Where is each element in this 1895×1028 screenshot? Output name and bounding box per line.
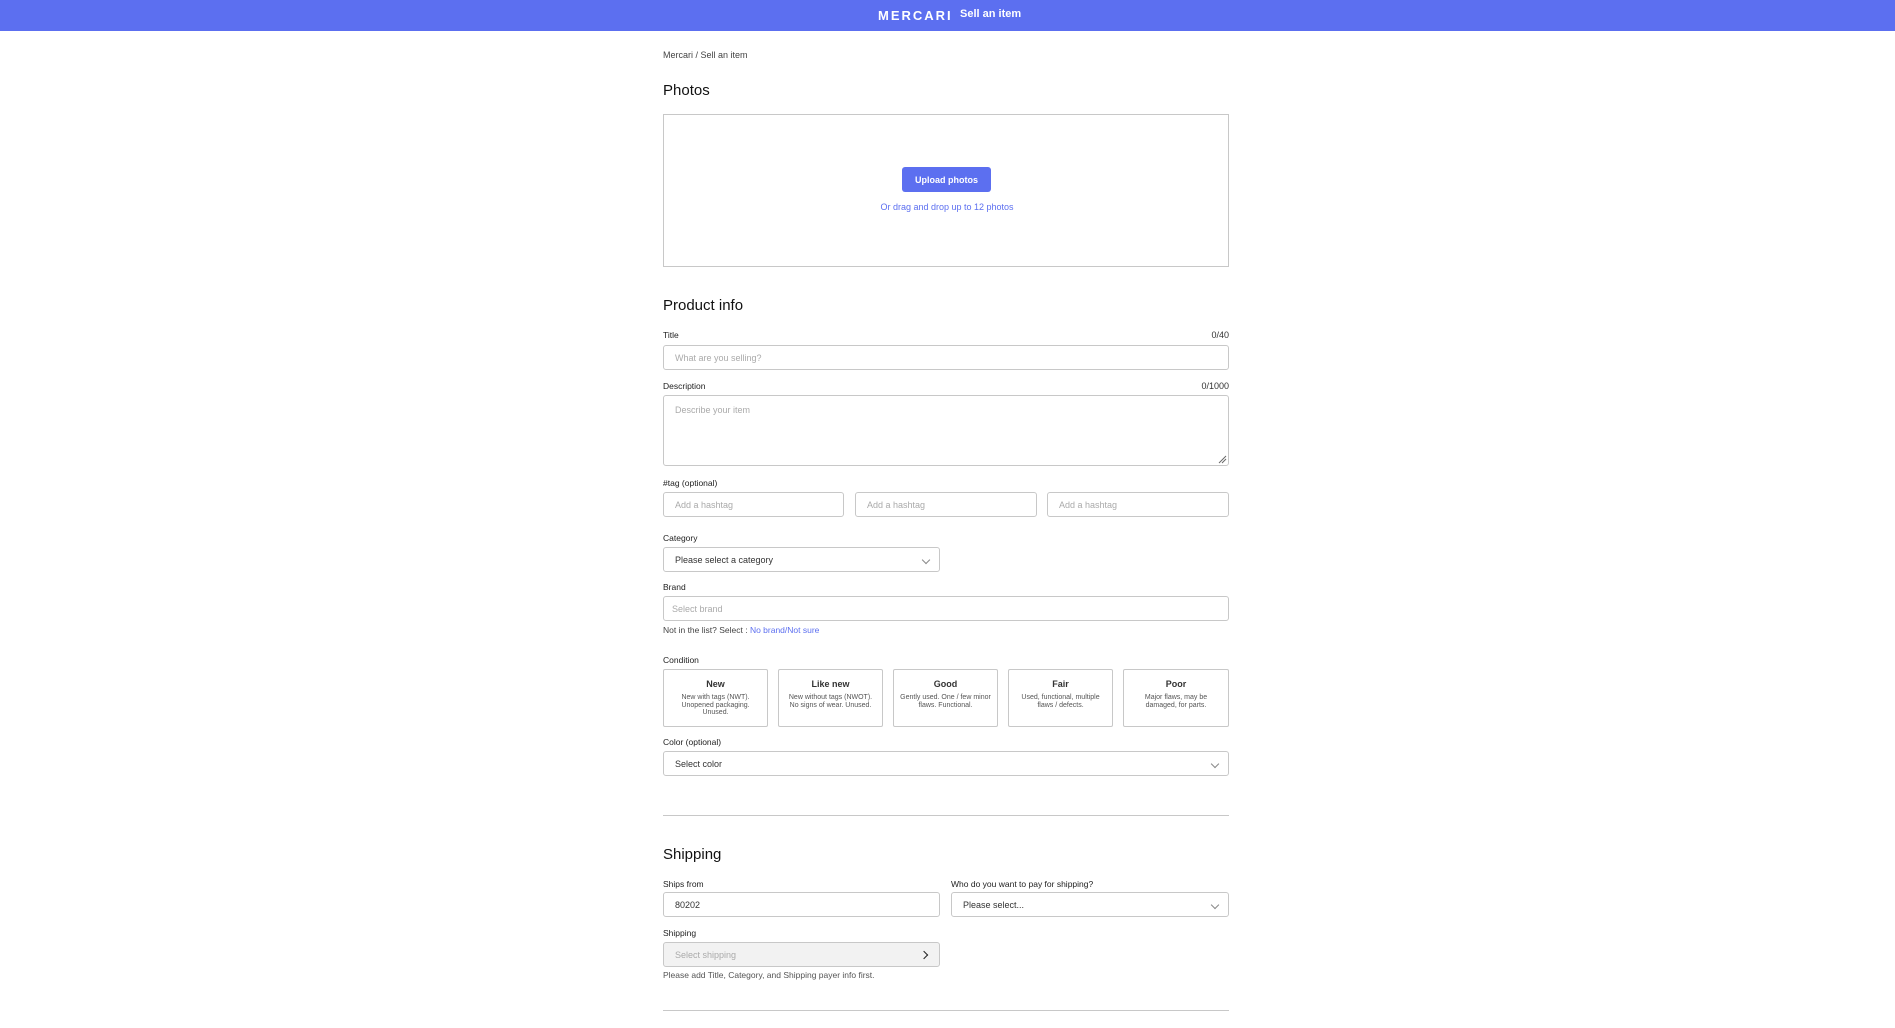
condition-option-like-new[interactable]: Like new New without tags (NWOT). No sig… (778, 669, 883, 727)
dropzone-hint: Or drag and drop up to 12 photos (880, 202, 1014, 212)
ships-from-label: Ships from (663, 879, 704, 889)
condition-option-fair[interactable]: Fair Used, functional, multiple flaws / … (1008, 669, 1113, 727)
condition-label: Condition (663, 655, 699, 665)
category-label: Category (663, 533, 698, 543)
description-counter: 0/1000 (1201, 381, 1229, 391)
category-select-value: Please select a category (675, 555, 774, 565)
shipping-hint: Please add Title, Category, and Shipping… (663, 970, 875, 980)
hashtag-input-2[interactable] (855, 492, 1037, 517)
resize-grip-icon[interactable] (1218, 455, 1227, 464)
condition-description: Used, functional, multiple flaws / defec… (1021, 694, 1100, 709)
chevron-down-icon (1210, 759, 1220, 769)
color-label: Color (optional) (663, 737, 722, 747)
top-bar: MERCARI Sell an item (0, 0, 1895, 31)
shipping-payer-label: Who do you want to pay for shipping? (951, 879, 1094, 889)
brand-input[interactable] (663, 596, 1229, 621)
hashtag-input-1[interactable] (663, 492, 844, 517)
condition-option-poor[interactable]: Poor Major flaws, may be damaged, for pa… (1123, 669, 1229, 727)
condition-description: New with tags (NWT). Unopened packaging.… (681, 694, 750, 716)
title-input[interactable] (663, 345, 1229, 370)
ships-from-input[interactable]: 80202 (663, 892, 940, 917)
condition-title: Like new (811, 679, 850, 689)
photos-heading: Photos (663, 82, 710, 99)
condition-title: Poor (1165, 679, 1187, 689)
section-divider (663, 815, 1229, 816)
mercari-logo[interactable]: MERCARI (878, 8, 953, 23)
brand-hint-text: Not in the list? Select : (663, 625, 750, 635)
shipping-payer-value: Please select... (963, 900, 1025, 910)
condition-option-good[interactable]: Good Gently used. One / few minor flaws.… (893, 669, 998, 727)
ships-from-value: 80202 (675, 900, 701, 910)
no-brand-link[interactable]: No brand/Not sure (750, 625, 819, 635)
color-select-value: Select color (675, 759, 723, 769)
shipping-method-select[interactable]: Select shipping (663, 942, 940, 967)
title-label: Title (663, 330, 679, 340)
condition-description: Major flaws, may be damaged, for parts. (1144, 694, 1208, 709)
title-counter: 0/40 (1211, 330, 1229, 340)
category-select[interactable]: Please select a category (663, 547, 940, 572)
photo-dropzone[interactable]: Upload photos Or drag and drop up to 12 … (663, 114, 1229, 267)
hashtag-label: #tag (optional) (663, 478, 718, 488)
shipping-method-placeholder: Select shipping (675, 950, 737, 960)
product-info-heading: Product info (663, 297, 744, 314)
section-divider (663, 1010, 1229, 1011)
condition-title: Good (933, 679, 958, 689)
chevron-down-icon (1210, 900, 1220, 910)
hashtag-input-3[interactable] (1047, 492, 1229, 517)
description-wrapper (663, 395, 1229, 466)
description-label: Description (663, 381, 706, 391)
header-title: Sell an item (960, 8, 1022, 20)
upload-photos-button[interactable]: Upload photos (902, 167, 991, 192)
chevron-down-icon (921, 555, 931, 565)
condition-description: New without tags (NWOT). No signs of wea… (788, 694, 873, 709)
color-select[interactable]: Select color (663, 751, 1229, 776)
condition-option-new[interactable]: New New with tags (NWT). Unopened packag… (663, 669, 768, 727)
shipping-method-label: Shipping (663, 928, 697, 938)
condition-description: Gently used. One / few minor flaws. Func… (900, 694, 991, 709)
shipping-heading: Shipping (663, 846, 722, 863)
brand-label: Brand (663, 582, 686, 592)
brand-hint: Not in the list? Select : No brand/Not s… (663, 625, 819, 635)
condition-title: New (706, 679, 725, 689)
breadcrumb: Mercari / Sell an item (663, 50, 748, 60)
chevron-right-icon (919, 950, 929, 960)
shipping-payer-select[interactable]: Please select... (951, 892, 1229, 917)
condition-title: Fair (1052, 679, 1069, 689)
description-textarea[interactable] (663, 395, 1229, 466)
